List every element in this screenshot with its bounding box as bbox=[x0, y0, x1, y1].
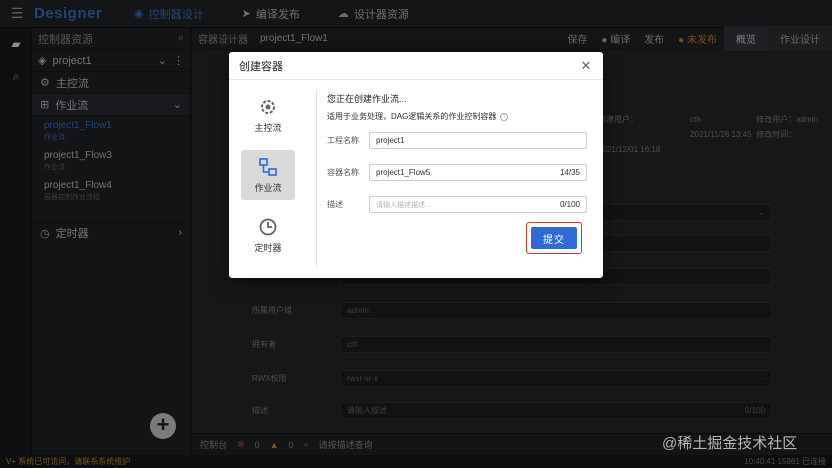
container-name-row: 容器名称 project1_Flow5 14/35 bbox=[327, 164, 587, 181]
type-label: 定时器 bbox=[254, 242, 282, 253]
dialog-body: 您正在创建作业流... 适用于业务处理，DAG逻辑关系的作业控制容器 ? 工程名… bbox=[327, 92, 587, 228]
help-icon[interactable]: ? bbox=[500, 112, 509, 121]
container-name-input[interactable]: project1_Flow5 14/35 bbox=[369, 164, 587, 181]
watermark: @稀土掘金技术社区 bbox=[662, 435, 798, 452]
dialog-subheading: 适用于业务处理，DAG逻辑关系的作业控制容器 ? bbox=[327, 111, 587, 122]
type-label: 主控流 bbox=[254, 122, 282, 133]
container-name-label: 容器名称 bbox=[327, 168, 359, 177]
char-count: 14/35 bbox=[559, 168, 580, 177]
type-timer[interactable]: 定时器 bbox=[241, 210, 295, 260]
clock-icon bbox=[259, 218, 277, 235]
close-icon[interactable]: ✕ bbox=[579, 58, 593, 73]
description-input[interactable]: 请输入描述描述... 0/100 bbox=[369, 196, 587, 213]
type-job-flow[interactable]: 作业流 bbox=[241, 150, 295, 200]
project-name-input[interactable]: project1 bbox=[369, 132, 587, 149]
project-name-row: 工程名称 project1 bbox=[327, 132, 587, 149]
dialog-heading: 您正在创建作业流... bbox=[327, 94, 407, 104]
description-label: 描述 bbox=[327, 200, 343, 209]
dialog-title: 创建容器 bbox=[239, 60, 283, 73]
dialog-header: 创建容器 ✕ bbox=[229, 52, 603, 80]
char-count: 0/100 bbox=[559, 200, 580, 209]
project-name-label: 工程名称 bbox=[327, 136, 359, 145]
type-main-flow[interactable]: 主控流 bbox=[241, 90, 295, 140]
gear-icon bbox=[261, 99, 275, 114]
create-container-dialog: 创建容器 ✕ 主控流 作业流 定时器 您正在创建作业流... 适用于业务处理，D… bbox=[229, 52, 603, 278]
type-label: 作业流 bbox=[254, 182, 282, 193]
container-type-list: 主控流 作业流 定时器 bbox=[237, 90, 317, 268]
flow-icon bbox=[259, 157, 277, 176]
submit-highlight: 提交 bbox=[526, 222, 582, 254]
submit-button[interactable]: 提交 bbox=[531, 227, 577, 249]
description-row: 描述 请输入描述描述... 0/100 bbox=[327, 196, 587, 213]
